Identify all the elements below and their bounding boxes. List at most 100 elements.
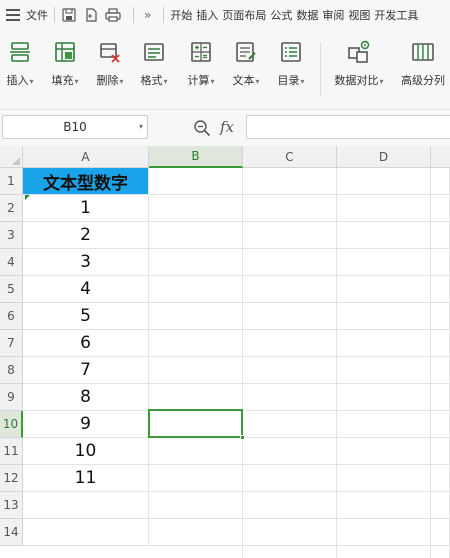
print-icon[interactable] <box>105 7 121 23</box>
empty-cell[interactable] <box>431 303 450 330</box>
column-header-c[interactable]: C <box>243 146 337 168</box>
column-header-e[interactable] <box>431 146 450 168</box>
formula-input[interactable] <box>246 115 450 139</box>
tab-data[interactable]: 数据 <box>296 7 318 23</box>
empty-cell[interactable] <box>337 546 431 558</box>
empty-cell[interactable] <box>431 438 450 465</box>
empty-cell[interactable] <box>243 195 337 222</box>
empty-cell[interactable] <box>149 384 243 411</box>
row-header-10[interactable]: 10 <box>0 411 23 438</box>
empty-cell[interactable] <box>431 195 450 222</box>
column-header-b[interactable]: B <box>149 146 243 168</box>
empty-cell[interactable] <box>431 384 450 411</box>
empty-cell[interactable] <box>431 411 450 438</box>
empty-cell[interactable] <box>149 195 243 222</box>
empty-cell[interactable] <box>243 438 337 465</box>
empty-cell[interactable] <box>337 492 431 519</box>
row-header-9[interactable]: 9 <box>0 384 23 411</box>
empty-cell[interactable] <box>337 384 431 411</box>
empty-cell[interactable] <box>337 438 431 465</box>
cell-a3[interactable]: 2 <box>23 222 149 249</box>
row-header-1[interactable]: 1 <box>0 168 23 195</box>
cell-a7[interactable]: 6 <box>23 330 149 357</box>
export-pdf-icon[interactable] <box>83 7 99 23</box>
row-header-11[interactable]: 11 <box>0 438 23 465</box>
empty-cell[interactable] <box>243 249 337 276</box>
tab-page-layout[interactable]: 页面布局 <box>222 7 266 23</box>
empty-cell[interactable] <box>243 411 337 438</box>
row-header-13[interactable]: 13 <box>0 492 23 519</box>
select-all-corner[interactable] <box>0 146 23 168</box>
row-header-6[interactable]: 6 <box>0 303 23 330</box>
empty-cell[interactable] <box>337 411 431 438</box>
cell-a13[interactable] <box>23 492 149 519</box>
row-header-5[interactable]: 5 <box>0 276 23 303</box>
row-header-8[interactable]: 8 <box>0 357 23 384</box>
empty-cell[interactable] <box>337 276 431 303</box>
empty-cell[interactable] <box>149 357 243 384</box>
tab-developer[interactable]: 开发工具 <box>374 7 418 23</box>
empty-cell[interactable] <box>149 465 243 492</box>
tab-home[interactable]: 开始 <box>170 7 192 23</box>
empty-cell[interactable] <box>243 222 337 249</box>
column-header-a[interactable]: A <box>23 146 149 168</box>
zoom-icon[interactable] <box>193 119 211 137</box>
row-header-2[interactable]: 2 <box>0 195 23 222</box>
menu-icon[interactable] <box>6 9 20 21</box>
cell-a9[interactable]: 8 <box>23 384 149 411</box>
catalog-button[interactable]: 目录▾ <box>271 40 311 88</box>
empty-cell[interactable] <box>243 330 337 357</box>
empty-cell[interactable] <box>431 168 450 195</box>
empty-cell[interactable] <box>431 249 450 276</box>
column-header-d[interactable]: D <box>337 146 431 168</box>
spreadsheet-grid[interactable]: A B C D 1 2 3 4 5 6 7 8 9 10 11 12 13 14… <box>0 146 450 558</box>
advanced-split-button[interactable]: 高级分列 <box>398 40 448 88</box>
empty-cell[interactable] <box>149 276 243 303</box>
empty-cell[interactable] <box>337 519 431 546</box>
empty-cell[interactable] <box>149 330 243 357</box>
empty-cell[interactable] <box>337 222 431 249</box>
cell-a6[interactable]: 5 <box>23 303 149 330</box>
empty-cell[interactable] <box>431 519 450 546</box>
active-cell-b10[interactable] <box>148 409 245 440</box>
cell-a11[interactable]: 10 <box>23 438 149 465</box>
tab-view[interactable]: 视图 <box>348 7 370 23</box>
calculate-button[interactable]: 计算▾ <box>181 40 221 88</box>
cell-a8[interactable]: 7 <box>23 357 149 384</box>
empty-cell[interactable] <box>431 546 450 558</box>
empty-cell[interactable] <box>243 357 337 384</box>
cell-a2[interactable]: 1 <box>23 195 149 222</box>
format-button[interactable]: 格式▾ <box>134 40 174 88</box>
delete-button[interactable]: 删除▾ <box>90 40 130 88</box>
cell-a10[interactable]: 9 <box>23 411 149 438</box>
fill-handle[interactable] <box>240 435 245 440</box>
empty-cell[interactable] <box>337 357 431 384</box>
empty-cell[interactable] <box>431 357 450 384</box>
empty-cell[interactable] <box>337 465 431 492</box>
cell-a14[interactable] <box>23 519 149 546</box>
empty-cell[interactable] <box>243 492 337 519</box>
name-box[interactable]: B10 ▾ <box>2 115 148 139</box>
empty-cell[interactable] <box>243 303 337 330</box>
empty-cell[interactable] <box>243 168 337 195</box>
empty-cell[interactable] <box>149 168 243 195</box>
data-compare-button[interactable]: 数据对比▾ <box>334 40 384 88</box>
tab-formulas[interactable]: 公式 <box>270 7 292 23</box>
cell-a5[interactable]: 4 <box>23 276 149 303</box>
empty-cell[interactable] <box>149 438 243 465</box>
empty-cell[interactable] <box>149 546 243 558</box>
empty-cell[interactable] <box>149 249 243 276</box>
empty-cell[interactable] <box>243 546 337 558</box>
empty-cell[interactable] <box>243 384 337 411</box>
save-icon[interactable] <box>61 7 77 23</box>
file-menu[interactable]: 文件 <box>26 7 48 23</box>
chevron-down-icon[interactable]: ▾ <box>139 122 143 131</box>
empty-cell[interactable] <box>431 330 450 357</box>
empty-cell[interactable] <box>337 249 431 276</box>
more-chevron-icon[interactable]: » <box>144 8 151 22</box>
text-button[interactable]: 文本▾ <box>226 40 266 88</box>
empty-cell[interactable] <box>243 465 337 492</box>
cell-a4[interactable]: 3 <box>23 249 149 276</box>
empty-cell[interactable] <box>337 168 431 195</box>
cell-a12[interactable]: 11 <box>23 465 149 492</box>
